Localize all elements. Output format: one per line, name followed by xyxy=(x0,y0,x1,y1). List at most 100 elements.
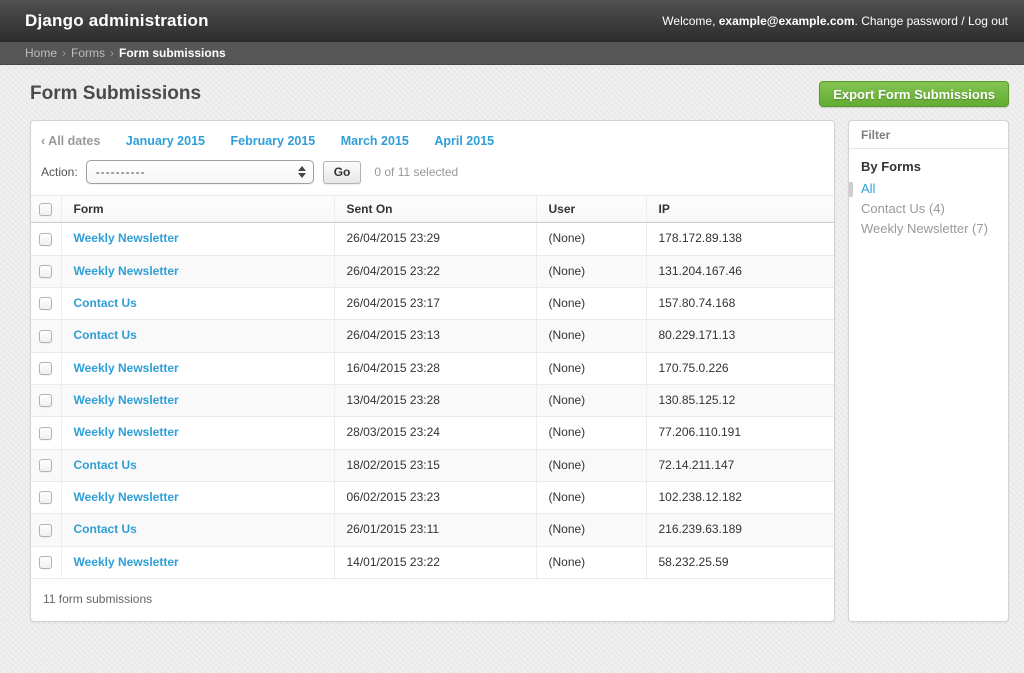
date-link-february-2015[interactable]: February 2015 xyxy=(230,134,315,148)
select-all-checkbox[interactable] xyxy=(39,203,53,217)
breadcrumb-separator: › xyxy=(110,46,115,60)
breadcrumb-forms-link[interactable]: Forms xyxy=(71,46,105,60)
results-module: ‹ All dates January 2015 February 2015 M… xyxy=(30,120,835,622)
sent-on-cell: 26/01/2015 23:11 xyxy=(333,513,536,547)
row-checkbox[interactable] xyxy=(39,555,53,569)
row-checkbox[interactable] xyxy=(39,394,53,408)
row-checkbox[interactable] xyxy=(39,361,53,375)
breadcrumb-current: Form submissions xyxy=(119,46,226,60)
table-row: Weekly Newsletter 16/04/2015 23:28 (None) 1… xyxy=(31,352,834,385)
content-area: Form Submissions Export Form Submissions… xyxy=(0,65,1024,622)
sent-on-cell: 26/04/2015 23:29 xyxy=(333,222,536,256)
sent-on-cell: 28/03/2015 23:24 xyxy=(333,416,536,450)
filter-sidebar: Filter By Forms All Contact Us (4) Weekly … xyxy=(848,120,1009,622)
form-link[interactable]: Weekly Newsletter xyxy=(74,393,179,407)
ip-cell: 80.229.171.13 xyxy=(645,319,834,353)
user-cell: (None) xyxy=(535,513,646,547)
table-row: Weekly Newsletter 14/01/2015 23:22 (None) 5… xyxy=(31,546,834,579)
user-cell: (None) xyxy=(535,287,646,321)
ip-cell: 58.232.25.59 xyxy=(645,546,834,579)
form-link[interactable]: Weekly Newsletter xyxy=(74,361,179,375)
user-cell: (None) xyxy=(535,352,646,385)
table-row: Contact Us 26/04/2015 23:13 (None) 80.229.1… xyxy=(31,319,834,353)
row-checkbox[interactable] xyxy=(39,458,53,472)
sent-on-cell: 14/01/2015 23:22 xyxy=(333,546,536,579)
row-checkbox[interactable] xyxy=(39,297,53,311)
user-cell: (None) xyxy=(535,319,646,353)
filter-option-link[interactable]: Weekly Newsletter (7) xyxy=(861,221,988,236)
sent-on-cell: 26/04/2015 23:22 xyxy=(333,255,536,288)
form-link[interactable]: Weekly Newsletter xyxy=(74,425,179,439)
date-link-march-2015[interactable]: March 2015 xyxy=(341,134,409,148)
filter-title: Filter xyxy=(849,121,1008,149)
row-checkbox[interactable] xyxy=(39,232,53,246)
change-password-link[interactable]: Change password xyxy=(861,14,958,28)
content-header: Form Submissions Export Form Submissions xyxy=(30,81,1009,107)
sent-on-cell: 18/02/2015 23:15 xyxy=(333,449,536,482)
column-header-form[interactable]: Form xyxy=(60,194,334,224)
form-link[interactable]: Contact Us xyxy=(74,458,137,472)
column-header-ip[interactable]: IP xyxy=(645,194,834,224)
user-cell: (None) xyxy=(535,546,646,579)
ip-cell: 178.172.89.138 xyxy=(645,222,834,256)
table-row: Contact Us 26/01/2015 23:11 (None) 216.239.… xyxy=(31,513,834,547)
row-checkbox[interactable] xyxy=(39,426,53,440)
filter-option-link[interactable]: Contact Us (4) xyxy=(861,201,945,216)
breadcrumb: Home › Forms › Form submissions xyxy=(0,42,1024,65)
form-link[interactable]: Weekly Newsletter xyxy=(74,490,179,504)
select-spinner-icon xyxy=(297,166,306,178)
result-table: Form Sent On User IP Weekly Newsletter 26… xyxy=(31,194,834,579)
action-counter: 0 of 11 selected xyxy=(374,165,459,179)
date-link-april-2015[interactable]: April 2015 xyxy=(434,134,494,148)
date-hierarchy: ‹ All dates January 2015 February 2015 M… xyxy=(31,121,834,154)
row-checkbox[interactable] xyxy=(39,523,53,537)
logout-link[interactable]: Log out xyxy=(968,14,1008,28)
ip-cell: 72.14.211.147 xyxy=(645,449,834,482)
breadcrumb-home-link[interactable]: Home xyxy=(25,46,57,60)
form-link[interactable]: Contact Us xyxy=(74,296,137,310)
table-row: Weekly Newsletter 06/02/2015 23:23 (None) 1… xyxy=(31,481,834,515)
sent-on-cell: 06/02/2015 23:23 xyxy=(333,481,536,515)
sent-on-cell: 16/04/2015 23:28 xyxy=(333,352,536,385)
page-title: Form Submissions xyxy=(30,83,202,104)
result-count: 11 form submissions xyxy=(43,591,153,606)
form-link[interactable]: Weekly Newsletter xyxy=(74,264,179,278)
date-link-january-2015[interactable]: January 2015 xyxy=(126,134,205,148)
filter-option[interactable]: Weekly Newsletter (7) xyxy=(861,219,996,239)
action-select[interactable]: ---------- xyxy=(85,160,314,184)
ip-cell: 170.75.0.226 xyxy=(645,352,834,385)
filter-option-link[interactable]: All xyxy=(861,181,875,196)
go-button[interactable]: Go xyxy=(322,160,362,184)
user-cell: (None) xyxy=(535,384,646,418)
filter-option[interactable]: All xyxy=(849,179,996,199)
site-branding[interactable]: Django administration xyxy=(25,11,209,31)
table-row: Weekly Newsletter 26/04/2015 23:29 (None) 1… xyxy=(31,222,834,256)
action-select-value: ---------- xyxy=(95,165,146,179)
column-header-user[interactable]: User xyxy=(535,194,646,224)
row-checkbox[interactable] xyxy=(39,491,53,505)
ip-cell: 157.80.74.168 xyxy=(645,287,834,321)
form-link[interactable]: Weekly Newsletter xyxy=(74,231,179,245)
ip-cell: 131.204.167.46 xyxy=(645,255,834,288)
all-dates-link[interactable]: ‹ All dates xyxy=(41,134,100,148)
filter-options-list: All Contact Us (4) Weekly Newsletter (7) xyxy=(849,179,996,239)
row-checkbox[interactable] xyxy=(39,329,53,343)
form-link[interactable]: Weekly Newsletter xyxy=(74,555,179,569)
breadcrumb-separator: › xyxy=(62,46,67,60)
form-link[interactable]: Contact Us xyxy=(74,328,137,342)
table-row: Weekly Newsletter 13/04/2015 23:28 (None) 1… xyxy=(31,384,834,418)
action-label: Action: xyxy=(41,165,78,179)
ip-cell: 130.85.125.12 xyxy=(645,384,834,418)
filter-option[interactable]: Contact Us (4) xyxy=(861,199,996,219)
user-cell: (None) xyxy=(535,416,646,450)
export-form-submissions-button[interactable]: Export Form Submissions xyxy=(819,81,1009,107)
filter-section-title: By Forms xyxy=(861,159,921,174)
row-checkbox[interactable] xyxy=(39,264,53,278)
sent-on-cell: 26/04/2015 23:13 xyxy=(333,319,536,353)
ip-cell: 77.206.110.191 xyxy=(645,416,834,450)
user-cell: (None) xyxy=(535,449,646,482)
user-cell: (None) xyxy=(535,222,646,256)
username: example@example.com xyxy=(718,14,855,28)
column-header-sent-on[interactable]: Sent On xyxy=(333,194,536,224)
form-link[interactable]: Contact Us xyxy=(74,522,137,536)
